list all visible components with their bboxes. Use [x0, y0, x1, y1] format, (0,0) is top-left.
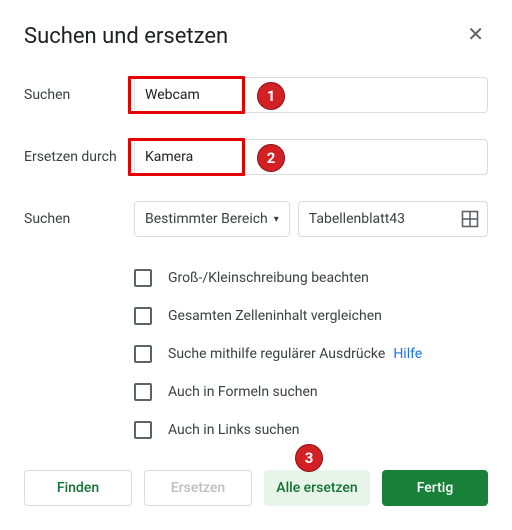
entire-cell-checkbox[interactable]: [134, 307, 152, 325]
regex-checkbox[interactable]: [134, 345, 152, 363]
scope-dropdown[interactable]: Bestimmter Bereich ▾: [134, 201, 290, 237]
find-button[interactable]: Finden: [24, 470, 132, 506]
chevron-down-icon: ▾: [274, 214, 279, 225]
dialog-title: Suchen und ersetzen: [24, 24, 488, 49]
match-case-label: Groß-/Kleinschreibung beachten: [168, 270, 369, 286]
match-case-checkbox[interactable]: [134, 269, 152, 287]
replace-label: Ersetzen durch: [24, 149, 134, 165]
search-input[interactable]: [134, 77, 488, 113]
close-icon[interactable]: ✕: [467, 24, 484, 44]
range-field[interactable]: Tabellenblatt43: [298, 201, 488, 237]
search-label: Suchen: [24, 87, 134, 103]
links-label: Auch in Links suchen: [168, 422, 300, 438]
range-value: Tabellenblatt43: [309, 211, 461, 227]
formulas-label: Auch in Formeln suchen: [168, 384, 318, 400]
replace-button[interactable]: Ersetzen: [144, 470, 252, 506]
regex-label: Suche mithilfe regulärer Ausdrücke: [168, 346, 385, 362]
scope-label: Suchen: [24, 211, 134, 227]
replace-input[interactable]: [134, 139, 488, 175]
links-checkbox[interactable]: [134, 421, 152, 439]
formulas-checkbox[interactable]: [134, 383, 152, 401]
done-button[interactable]: Fertig: [382, 470, 488, 506]
scope-dropdown-label: Bestimmter Bereich: [145, 211, 268, 227]
select-range-icon[interactable]: [461, 210, 479, 228]
regex-help-link[interactable]: Hilfe: [393, 346, 422, 362]
entire-cell-label: Gesamten Zelleninhalt vergleichen: [168, 308, 382, 324]
replace-all-button[interactable]: Alle ersetzen: [264, 470, 370, 506]
